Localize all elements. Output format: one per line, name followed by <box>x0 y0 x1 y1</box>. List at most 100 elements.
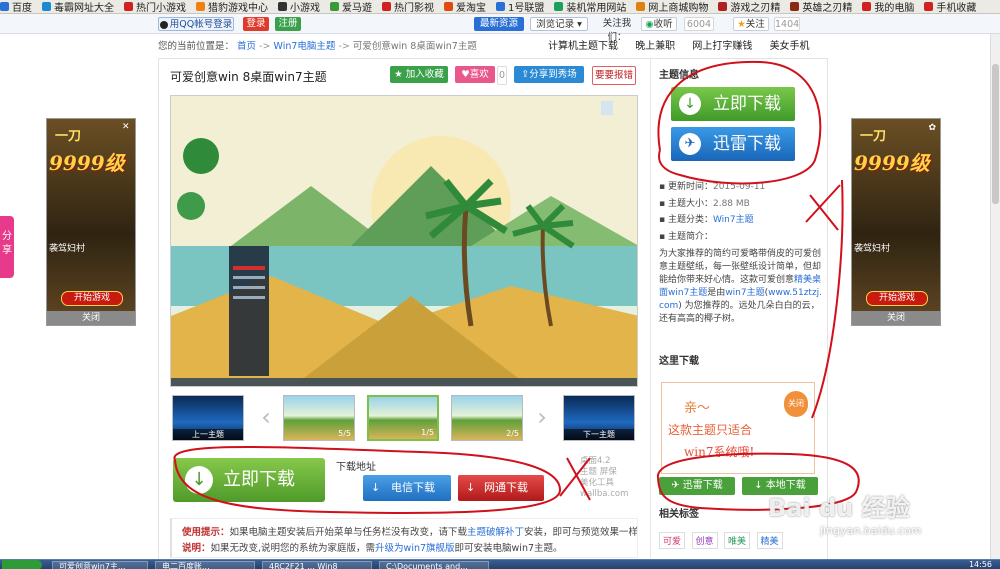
right-link[interactable]: 美女手机 <box>770 41 810 52</box>
taskbar-item[interactable]: 电二百度账... <box>155 561 255 569</box>
register-button[interactable]: 注册 <box>275 17 301 31</box>
breadcrumb: 您的当前位置是： 首页 -> Win7电脑主题 -> 可爱创意win 8桌面wi… <box>158 41 810 52</box>
login-button[interactable]: 登录 <box>243 17 269 31</box>
sidebar-download-now-button[interactable]: ↓ 立即下载 <box>671 87 795 121</box>
theme-intro: 为大家推荐的简约可爱略带俏皮的可爱创意主题壁纸，每一张壁纸设计简单，但却能给你带… <box>659 249 823 324</box>
close-icon[interactable]: ✕ <box>122 122 132 132</box>
collect-button[interactable]: ◉收听 <box>641 17 677 31</box>
taskbar-item[interactable]: 4RC2F21 ... Win8 <box>262 561 372 569</box>
banner-close-button[interactable]: 关闭 <box>784 391 808 417</box>
ad-level: 9999级 <box>854 151 930 175</box>
next-theme-thumb[interactable]: 下一主题 <box>563 395 635 441</box>
telecom-download-button[interactable]: ↓ 电信下载 <box>363 475 451 501</box>
breadcrumb-category-link[interactable]: Win7电脑主题 <box>274 41 336 52</box>
preview-thumb[interactable]: 2/5 <box>451 395 523 441</box>
favicon-icon <box>718 2 728 11</box>
fav-item[interactable]: 爱淘宝 <box>444 0 486 13</box>
category-link[interactable]: Win7主题 <box>713 215 754 225</box>
ad-close-button[interactable]: 关闭 <box>852 311 940 325</box>
fav-item[interactable]: 小游戏 <box>278 0 320 13</box>
preview-thumb[interactable]: 5/5 <box>283 395 355 441</box>
favicon-icon <box>330 2 339 11</box>
fav-item[interactable]: 装机常用网站 <box>554 0 626 13</box>
intro-link[interactable]: win7主题 <box>725 288 764 298</box>
follow-button[interactable]: ★关注 <box>733 17 769 31</box>
chevron-left-icon[interactable]: ‹ <box>259 402 273 432</box>
sidebar-xunlei-download-button[interactable]: ✈ 迅雷下载 <box>659 477 735 495</box>
patch-link[interactable]: 主题破解补丁 <box>467 527 524 538</box>
history-dropdown[interactable]: 浏览记录 ▾ <box>530 17 588 31</box>
fav-item[interactable]: 网上商城购物 <box>636 0 708 13</box>
fav-item[interactable]: 毒霸网址大全 <box>42 0 114 13</box>
sidebar-heading: 主题信息 <box>659 70 699 81</box>
theme-preview-image[interactable] <box>170 95 638 387</box>
win7-only-banner[interactable]: 亲～ 这款主题只适合 win7系统哦! 关闭 <box>661 382 815 474</box>
star-icon: ★ <box>394 69 403 80</box>
favicon-icon <box>444 2 453 11</box>
scrollbar-thumb[interactable] <box>992 64 999 204</box>
tag-item[interactable]: 创意 <box>691 532 718 549</box>
left-game-ad[interactable]: 一刀 9999级 ✕ 袭驾妇村 开始游戏 关闭 <box>46 118 136 326</box>
right-game-ad[interactable]: 一刀 9999级 ✿ 袭驾妇村 开始游戏 关闭 <box>851 118 941 326</box>
breadcrumb-home-link[interactable]: 首页 <box>237 41 256 52</box>
follow-count: 1404 <box>774 17 800 31</box>
site-top-bar: 用QQ帐号登录 登录 注册 最新资源 浏览记录 ▾ 关注我们： ◉收听 6004… <box>0 14 1000 43</box>
latest-resources-button[interactable]: 最新资源 <box>474 17 524 31</box>
upgrade-link[interactable]: 升级为win7旗舰版 <box>375 543 454 554</box>
taskbar-item[interactable]: C:\Documents and... <box>379 561 489 569</box>
sidebar-xunlei-button[interactable]: ✈ 迅雷下载 <box>671 127 795 161</box>
tag-item[interactable]: 唯美 <box>724 532 751 549</box>
page-scrollbar[interactable] <box>990 34 1000 559</box>
fav-item[interactable]: 1号联盟 <box>496 0 544 13</box>
favicon-icon <box>124 2 133 11</box>
like-button[interactable]: ♥喜欢 <box>455 66 495 83</box>
share-button[interactable]: ⇪分享到秀场 <box>514 66 584 83</box>
add-favorite-button[interactable]: ★ 加入收藏 <box>390 66 448 83</box>
fav-item[interactable]: 我的电脑 <box>862 0 914 13</box>
fav-item[interactable]: 百度 <box>0 0 32 13</box>
ad-play-button[interactable]: 开始游戏 <box>61 291 123 306</box>
prev-theme-thumb[interactable]: 上一主题 <box>172 395 244 441</box>
favicon-icon <box>554 2 564 11</box>
like-count: 0 <box>497 66 507 85</box>
download-arrow-icon: ↓ <box>754 480 763 491</box>
fav-item[interactable]: 热门小游戏 <box>124 0 186 13</box>
tag-list: 可爱 创意 唯美 精美 <box>659 532 783 549</box>
qq-login-button[interactable]: 用QQ帐号登录 <box>158 17 234 31</box>
download-arrow-icon: ↓ <box>371 481 381 494</box>
download-arrow-icon: ↓ <box>466 481 476 494</box>
right-link[interactable]: 计算机主题下载 <box>548 41 618 52</box>
download-now-button[interactable]: ↓ 立即下载 <box>173 458 325 502</box>
report-error-button[interactable]: 要要报错 <box>592 66 636 85</box>
chevron-right-icon[interactable]: › <box>535 402 549 432</box>
netcom-download-button[interactable]: ↓ 网通下载 <box>458 475 544 501</box>
ad-level: 9999级 <box>49 151 125 175</box>
fav-item[interactable]: 英雄之刃精 <box>790 0 852 13</box>
paw-icon: ✿ <box>928 123 936 133</box>
breadcrumb-current: 可爱创意win 8桌面win7主题 <box>352 41 477 52</box>
wallpaper-illustration <box>171 96 637 386</box>
ad-close-button[interactable]: 关闭 <box>47 311 135 325</box>
ad-play-button[interactable]: 开始游戏 <box>866 291 928 306</box>
share-side-tab[interactable]: 分享 <box>0 216 14 278</box>
tag-item[interactable]: 可爱 <box>659 532 686 549</box>
tag-item[interactable]: 精美 <box>756 532 783 549</box>
fav-item[interactable]: 爱马遊 <box>330 0 372 13</box>
favicon-icon <box>636 2 646 11</box>
page-title: 可爱创意win 8桌面win7主题 <box>170 70 327 84</box>
right-link[interactable]: 网上打字赚钱 <box>692 41 752 52</box>
favicon-icon <box>924 2 934 11</box>
fav-item[interactable]: 游戏之刃精 <box>718 0 780 13</box>
thumb-caption: 上一主题 <box>173 429 243 440</box>
fav-item[interactable]: 猎豹游戏中心 <box>196 0 268 13</box>
start-button[interactable] <box>2 560 42 569</box>
update-time: ▪ 更新时间：2015-09-11 <box>659 182 766 192</box>
related-tags-heading: 相关标签 <box>659 509 699 520</box>
ad-title: 一刀 <box>860 129 887 144</box>
fav-item[interactable]: 热门影视 <box>382 0 434 13</box>
preview-thumb-selected[interactable]: 1/5 <box>367 395 439 441</box>
ad-caption: 袭驾妇村 <box>49 244 86 254</box>
taskbar-item[interactable]: 可爱创意win7主... <box>52 561 148 569</box>
fav-item[interactable]: 手机收藏 <box>924 0 976 13</box>
right-link[interactable]: 晚上兼职 <box>635 41 675 52</box>
